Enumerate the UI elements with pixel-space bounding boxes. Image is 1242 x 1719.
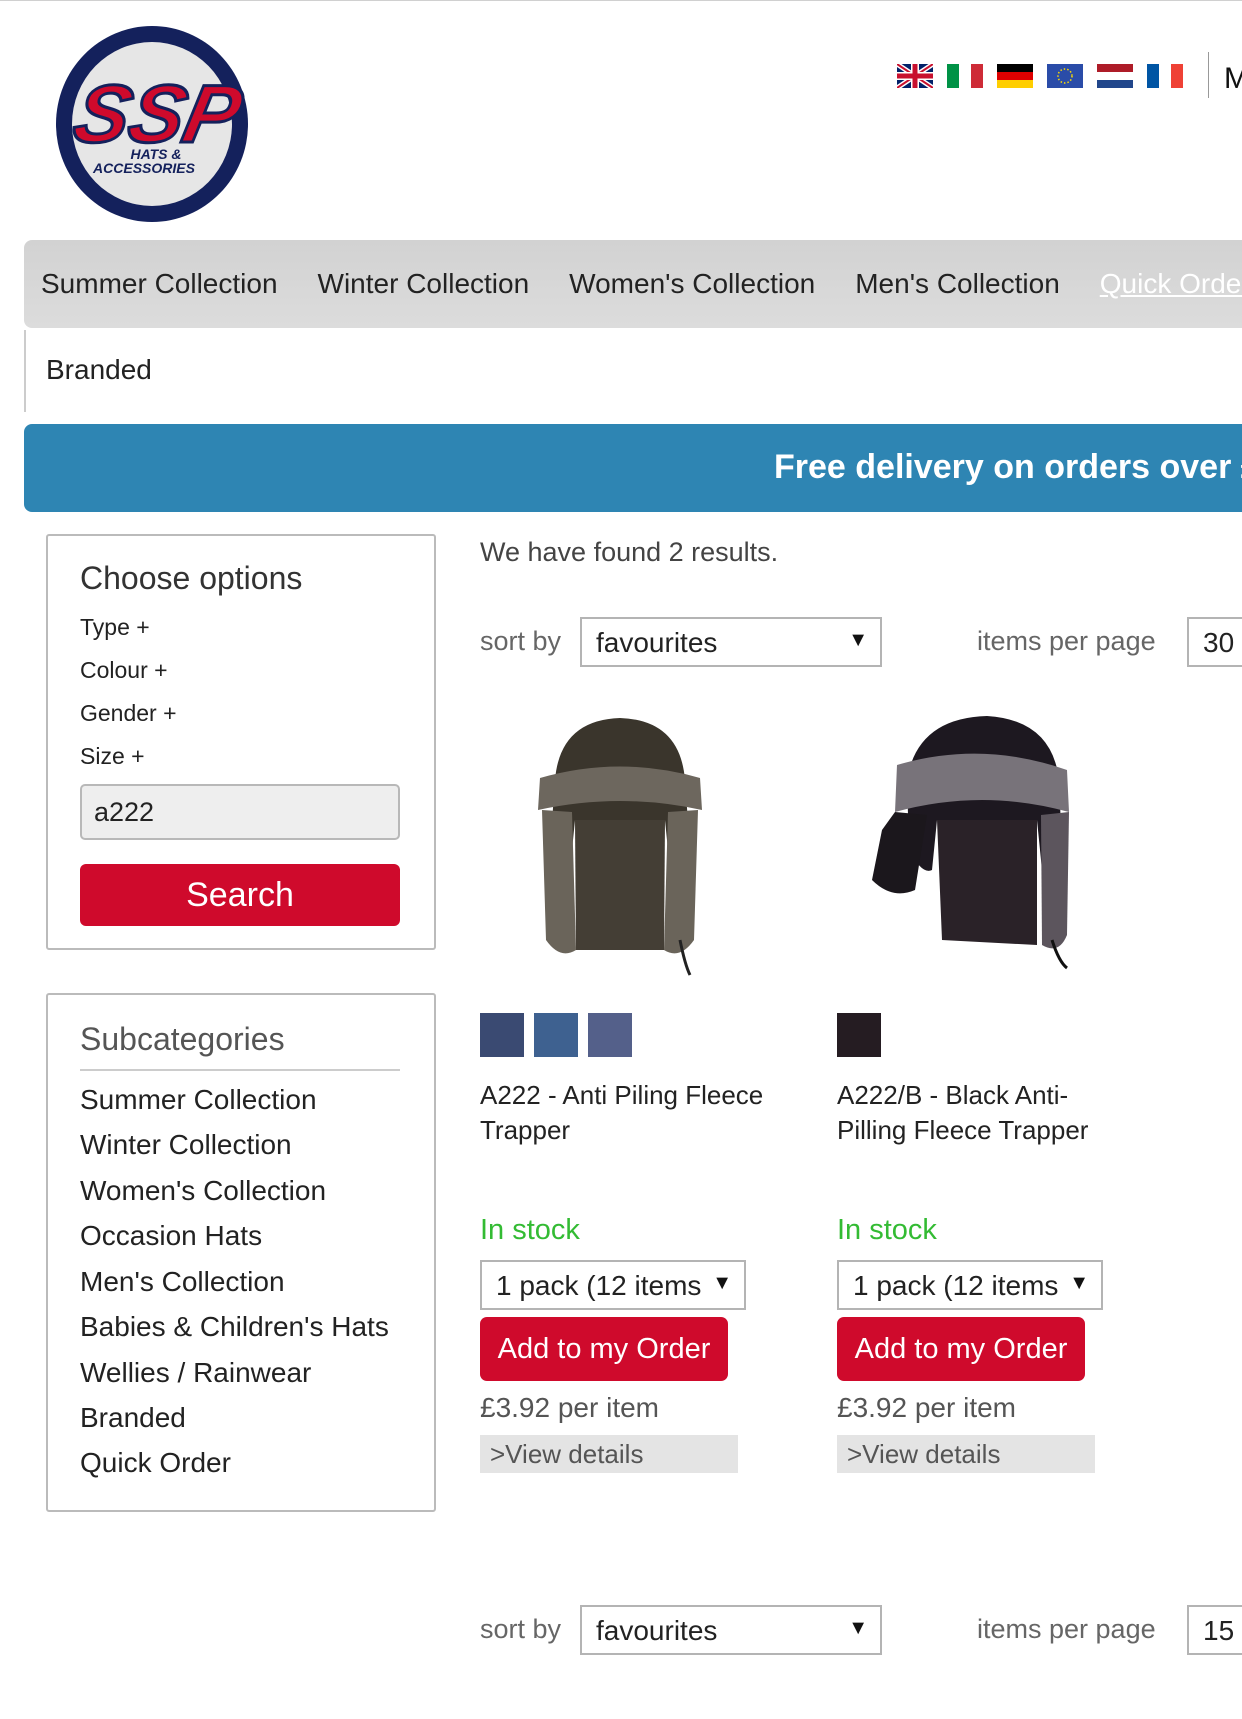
results-count: We have found 2 results. (480, 537, 779, 567)
stock-status: In stock (480, 1214, 580, 1246)
nav-winter-collection[interactable]: Winter Collection (298, 262, 550, 306)
ssp-logo-graphic: SSP HATS & ACCESSORIES (56, 26, 252, 222)
items-per-page-label: items per page (977, 626, 1156, 656)
top-border (0, 0, 1242, 1)
netherlands-flag-icon[interactable] (1097, 64, 1133, 88)
product-price: £3.92 per item (837, 1392, 1016, 1423)
subcategories-panel: Subcategories Summer Collection Winter C… (46, 993, 436, 1512)
filter-size[interactable]: Size + (80, 743, 145, 770)
nav-mens-collection[interactable]: Men's Collection (835, 262, 1080, 306)
product-image-black-trapper-hat[interactable] (837, 700, 1127, 990)
filter-gender[interactable]: Gender + (80, 700, 177, 727)
color-swatches (480, 1013, 632, 1057)
header-divider (1208, 52, 1209, 98)
nav-quick-order[interactable]: Quick Order (1080, 262, 1242, 306)
pack-size-select[interactable]: 1 pack (12 items ▼ (837, 1260, 1103, 1310)
sub-nav: Branded (24, 330, 626, 412)
options-title: Choose options (80, 560, 303, 596)
pack-size-select[interactable]: 1 pack (12 items ▼ (480, 1260, 746, 1310)
italy-flag-icon[interactable] (947, 64, 983, 88)
items-per-page-value: 30 (1203, 627, 1235, 658)
color-swatches (837, 1013, 881, 1057)
banner-text: Free delivery on orders over £ (774, 448, 1242, 486)
subcategory-quick-order[interactable]: Quick Order (80, 1447, 231, 1479)
stock-status: In stock (837, 1214, 937, 1246)
subcategory-wellies-rainwear[interactable]: Wellies / Rainwear (80, 1357, 311, 1389)
pack-size-value: 1 pack (12 items (496, 1270, 702, 1301)
sort-select-bottom[interactable]: favourites ▼ (580, 1605, 882, 1655)
main-nav: Summer Collection Winter Collection Wome… (24, 240, 1242, 328)
eu-flag-icon[interactable] (1047, 64, 1083, 88)
product-price: £3.92 per item (480, 1392, 659, 1423)
germany-flag-icon[interactable] (997, 64, 1033, 88)
choose-options-panel: Choose options Type + Colour + Gender + … (46, 534, 436, 950)
subcategory-occasion-hats[interactable]: Occasion Hats (80, 1220, 262, 1252)
items-per-page-select[interactable]: 30 (1187, 617, 1242, 667)
subcategory-womens-collection[interactable]: Women's Collection (80, 1175, 326, 1207)
chevron-down-icon: ▼ (706, 1272, 732, 1295)
items-per-page-select-bottom[interactable]: 15 (1187, 1605, 1242, 1655)
chevron-down-icon: ▼ (848, 1617, 868, 1639)
filter-colour[interactable]: Colour + (80, 657, 168, 684)
subcategory-summer-collection[interactable]: Summer Collection (80, 1084, 317, 1116)
pack-size-value: 1 pack (12 items (853, 1270, 1059, 1301)
sort-select[interactable]: favourites ▼ (580, 617, 882, 667)
language-selector (897, 64, 1183, 88)
sort-select-value: favourites (596, 627, 718, 658)
sort-by-label: sort by (480, 626, 562, 656)
subcategory-branded[interactable]: Branded (80, 1402, 186, 1434)
subcategory-winter-collection[interactable]: Winter Collection (80, 1129, 292, 1161)
product-name[interactable]: A222 - Anti Piling Fleece Trapper (480, 1078, 780, 1148)
chevron-down-icon: ▼ (1063, 1272, 1089, 1295)
color-swatch[interactable] (588, 1013, 632, 1057)
product-name[interactable]: A222/B - Black Anti-Pilling Fleece Trapp… (837, 1078, 1137, 1148)
subcategory-babies-childrens-hats[interactable]: Babies & Children's Hats (80, 1311, 389, 1343)
subcategories-divider (80, 1069, 400, 1071)
nav-branded[interactable]: Branded (46, 354, 152, 386)
search-input[interactable] (80, 784, 400, 840)
view-details-link[interactable]: >View details (837, 1435, 1095, 1473)
sort-select-value: favourites (596, 1615, 718, 1646)
header-menu-cut-text[interactable]: M (1224, 62, 1242, 96)
color-swatch[interactable] (480, 1013, 524, 1057)
filter-type[interactable]: Type + (80, 614, 150, 641)
ssp-logo[interactable]: SSP HATS & ACCESSORIES (26, 20, 290, 226)
product-card: A222/B - Black Anti-Pilling Fleece Trapp… (837, 700, 1167, 1480)
color-swatch[interactable] (534, 1013, 578, 1057)
items-per-page-label-bottom: items per page (977, 1614, 1156, 1644)
add-to-order-button[interactable]: Add to my Order (480, 1317, 728, 1381)
add-to-order-button[interactable]: Add to my Order (837, 1317, 1085, 1381)
search-button[interactable]: Search (80, 864, 400, 926)
france-flag-icon[interactable] (1147, 64, 1183, 88)
subcategory-mens-collection[interactable]: Men's Collection (80, 1266, 285, 1298)
product-card: A222 - Anti Piling Fleece Trapper In sto… (480, 700, 810, 1480)
subcategories-title: Subcategories (80, 1021, 285, 1057)
logo-accessories-text: ACCESSORIES (92, 160, 196, 176)
items-per-page-value: 15 (1203, 1615, 1235, 1646)
uk-flag-icon[interactable] (897, 64, 933, 88)
view-details-link[interactable]: >View details (480, 1435, 738, 1473)
free-delivery-banner[interactable]: Free delivery on orders over £ (24, 424, 1242, 512)
sort-by-label-bottom: sort by (480, 1614, 562, 1644)
chevron-down-icon: ▼ (848, 629, 868, 651)
nav-summer-collection[interactable]: Summer Collection (24, 262, 298, 306)
product-image-trapper-hat[interactable] (480, 700, 770, 990)
nav-womens-collection[interactable]: Women's Collection (549, 262, 835, 306)
color-swatch[interactable] (837, 1013, 881, 1057)
